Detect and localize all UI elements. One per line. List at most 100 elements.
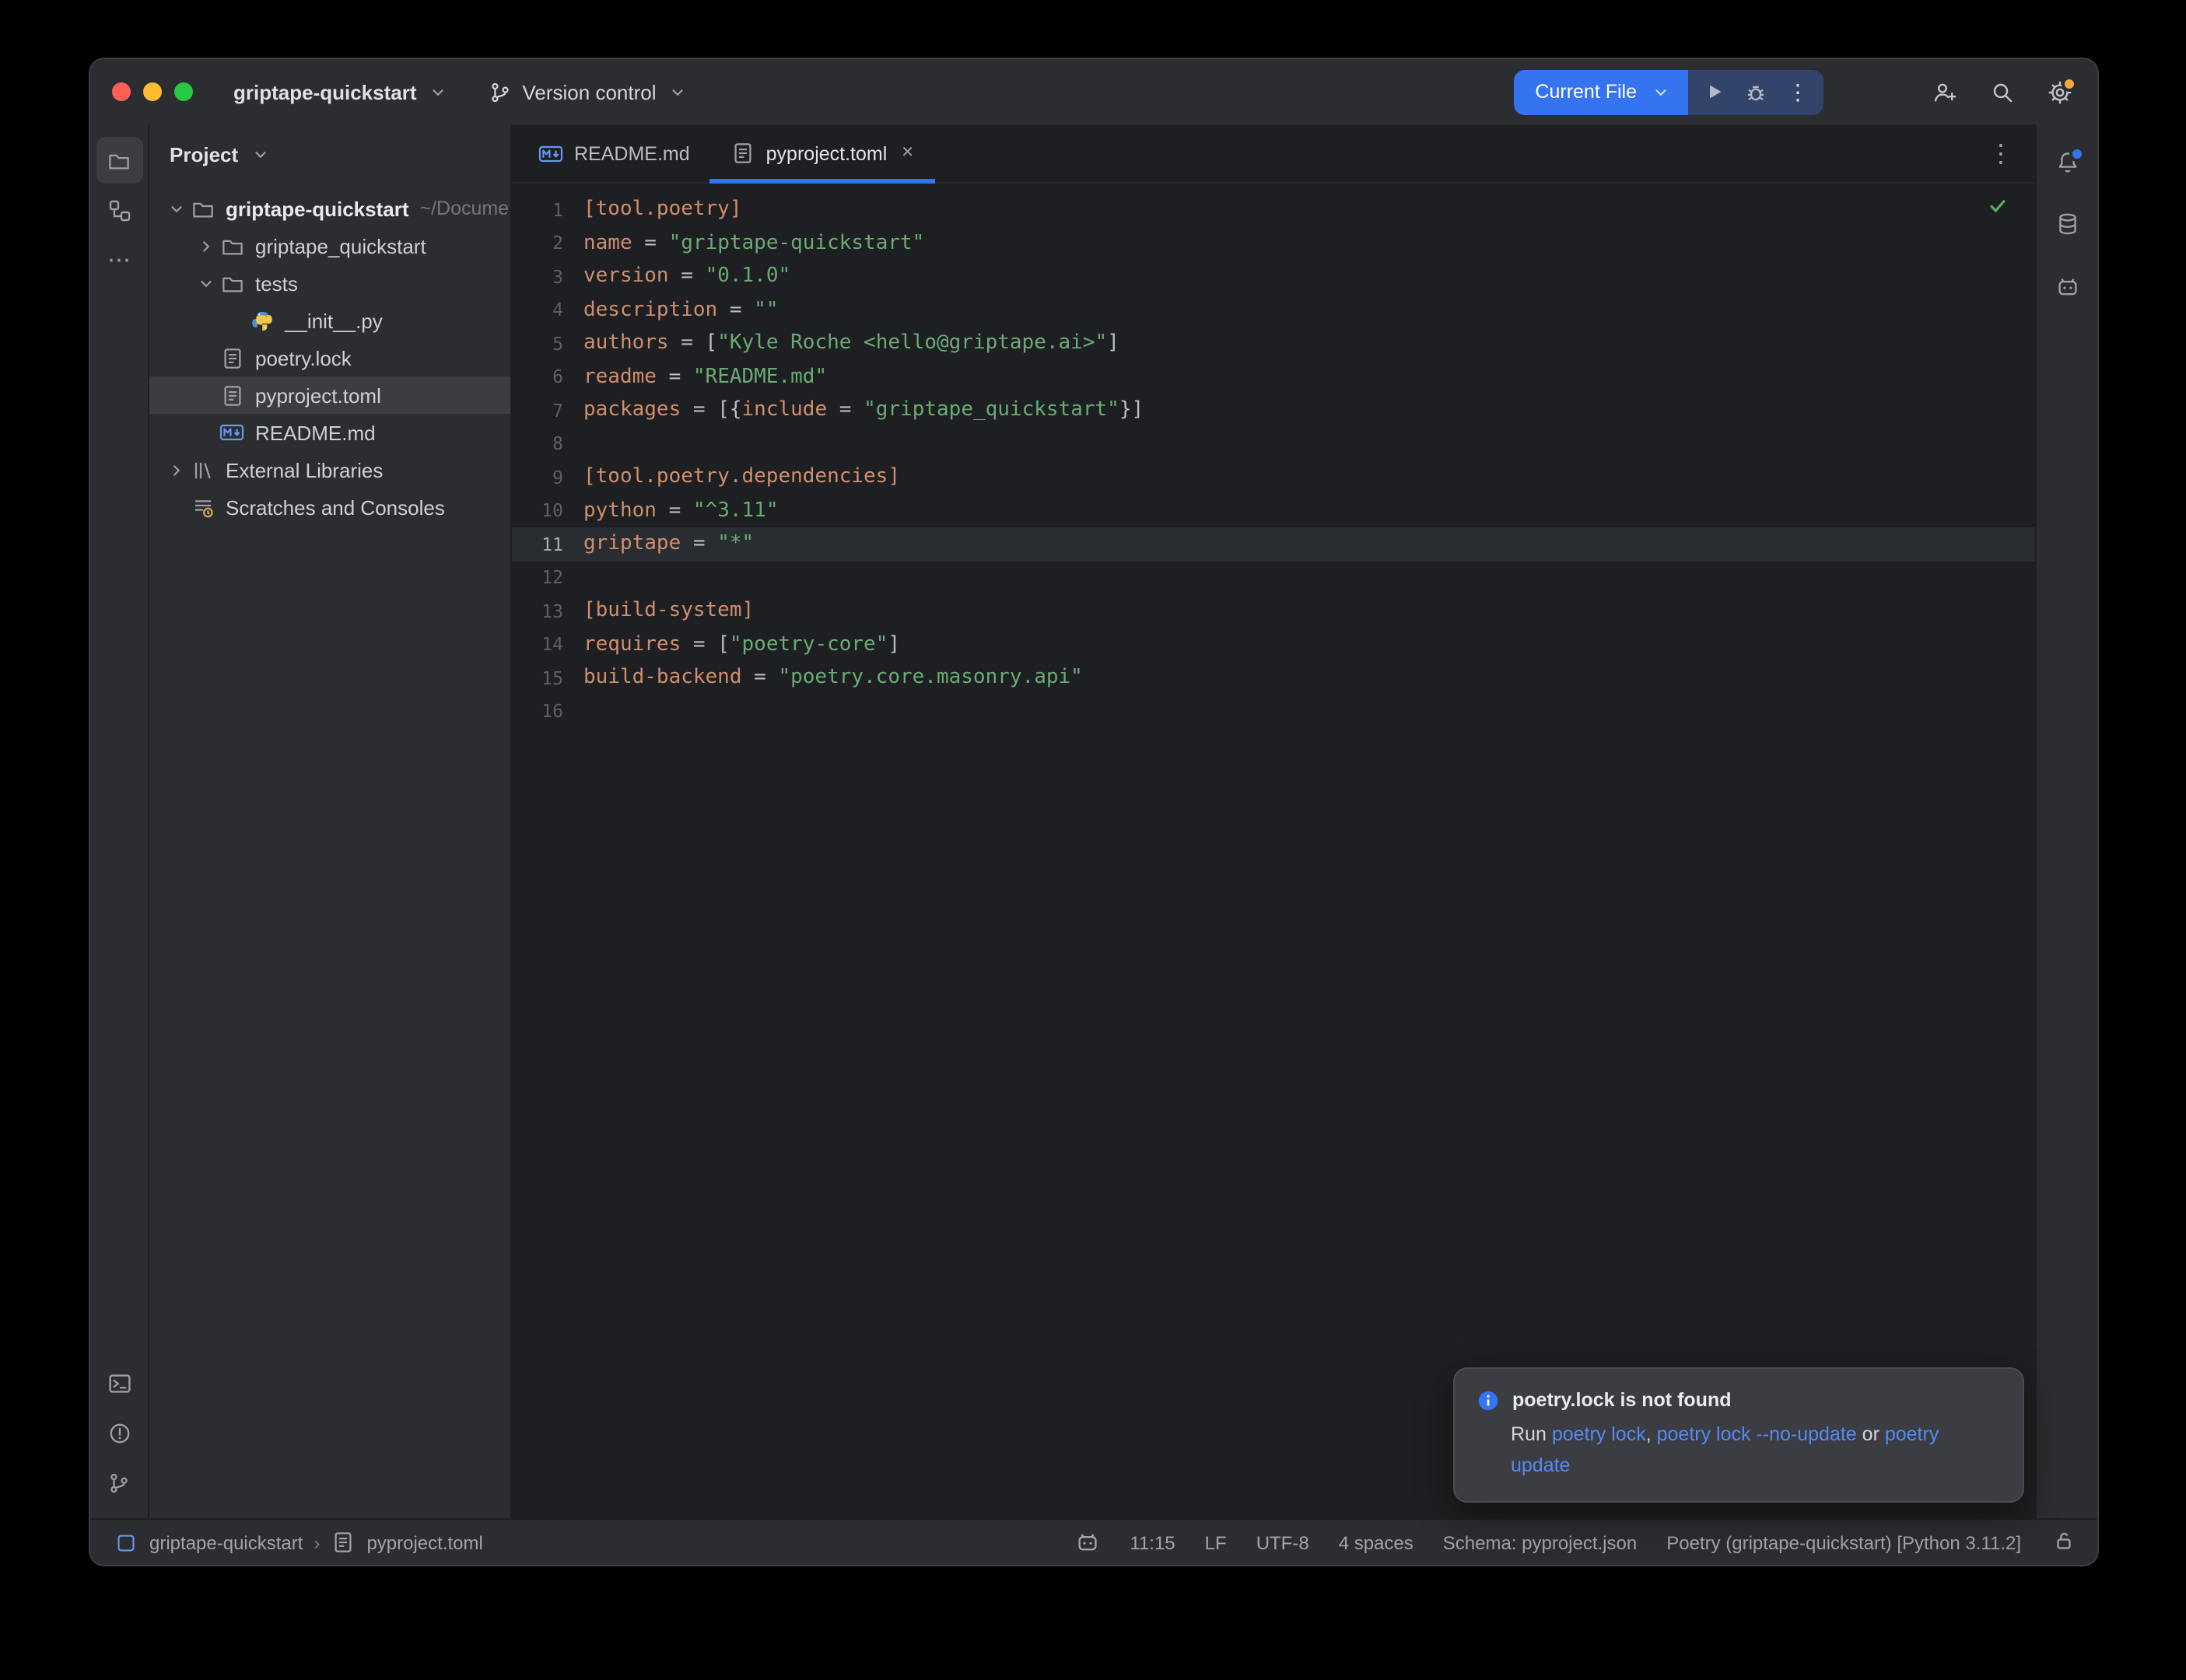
code-text: build-backend = "poetry.core.masonry.api… [583, 667, 1083, 690]
code-line-12[interactable]: 12 [512, 561, 2035, 594]
toml-icon [331, 1530, 356, 1555]
status-encoding[interactable]: UTF-8 [1256, 1531, 1309, 1553]
markdown-file-icon [219, 420, 244, 445]
code-line-10[interactable]: 10python = "^3.11" [512, 494, 2035, 527]
run-button[interactable] [1693, 69, 1735, 114]
run-more-button[interactable]: ⋮ [1777, 69, 1819, 114]
toml-file-icon [730, 141, 755, 166]
python-file-icon [249, 308, 274, 333]
play-icon [1701, 79, 1726, 104]
code-line-3[interactable]: 3version = "0.1.0" [512, 260, 2035, 293]
line-number: 12 [512, 567, 583, 589]
code-line-6[interactable]: 6readme = "README.md" [512, 360, 2035, 394]
notification-link-poetry-lock-no-update[interactable]: poetry lock --no-update [1657, 1424, 1857, 1446]
status-indent[interactable]: 4 spaces [1339, 1531, 1414, 1553]
run-configuration-selector[interactable]: Current File [1513, 69, 1688, 114]
line-number: 10 [512, 500, 583, 522]
notifications-icon [2055, 149, 2079, 174]
tree-item-label: griptape-quickstart [226, 197, 409, 220]
close-tab-icon[interactable]: ✕ [901, 145, 914, 162]
main-area: ⋯ Project griptape-quickstart~/Documegri… [90, 124, 2097, 1518]
zoom-window-button[interactable] [174, 82, 193, 101]
line-number: 8 [512, 433, 583, 455]
tool-stripe-terminal-button[interactable] [96, 1360, 142, 1406]
status-json-schema[interactable]: Schema: pyproject.json [1443, 1531, 1637, 1553]
code-text: [tool.poetry] [583, 198, 742, 222]
code-line-13[interactable]: 13[build-system] [512, 594, 2035, 628]
code-line-8[interactable]: 8 [512, 427, 2035, 460]
tree-item-pyproject-toml[interactable]: pyproject.toml [149, 376, 510, 414]
code-line-2[interactable]: 2name = "griptape-quickstart" [512, 226, 2035, 260]
notification-link-poetry-lock[interactable]: poetry lock [1552, 1424, 1646, 1446]
database-icon [2055, 212, 2079, 236]
line-number: 5 [512, 333, 583, 355]
titlebar-actions [1932, 79, 2072, 104]
tree-item-griptape-quickstart[interactable]: griptape_quickstart [149, 227, 510, 264]
code-text: requires = ["poetry-core"] [583, 633, 900, 656]
code-text: griptape = "*" [583, 533, 754, 556]
code-line-1[interactable]: 1[tool.poetry] [512, 193, 2035, 226]
vcs-widget[interactable]: Version control [489, 79, 691, 104]
project-widget[interactable]: griptape-quickstart [233, 79, 451, 104]
tree-item-scratches-and-consoles[interactable]: Scratches and Consoles [149, 488, 510, 526]
project-widget-label: griptape-quickstart [233, 80, 417, 103]
tool-stripe-database-button[interactable] [2044, 201, 2090, 247]
chevron-right-icon[interactable] [165, 461, 188, 478]
breadcrumb-pyproject-toml[interactable]: pyproject.toml [366, 1531, 482, 1553]
status-line-separator[interactable]: LF [1205, 1531, 1227, 1553]
debug-button[interactable] [1735, 69, 1777, 114]
code-line-7[interactable]: 7packages = [{include = "griptape_quicks… [512, 394, 2035, 427]
tool-stripe-notifications-button[interactable] [2044, 138, 2090, 185]
tool-stripe-ai-assistant-button[interactable] [2044, 263, 2090, 310]
notification-body: Run poetry lock, poetry lock --no-update… [1511, 1421, 2001, 1482]
tab-readme-md[interactable]: README.md [518, 124, 710, 182]
tool-stripe-version-control-button[interactable] [96, 1459, 142, 1506]
project-panel-header[interactable]: Project [149, 124, 510, 184]
gear-icon[interactable] [2048, 79, 2072, 104]
window-controls [90, 82, 212, 101]
tool-stripe-structure-button[interactable] [96, 187, 142, 233]
status-caret-position[interactable]: 11:15 [1130, 1531, 1175, 1553]
code-line-5[interactable]: 5authors = ["Kyle Roche <hello@griptape.… [512, 327, 2035, 360]
status-interpreter[interactable]: Poetry (griptape-quickstart) [Python 3.1… [1666, 1531, 2021, 1553]
version-control-icon [107, 1470, 131, 1495]
search-icon[interactable] [1990, 79, 2015, 104]
tree-item-tests[interactable]: tests [149, 264, 510, 302]
tool-stripe-more-tools-button[interactable]: ⋯ [96, 236, 142, 283]
tree-item-external-libraries[interactable]: External Libraries [149, 451, 510, 488]
git-branch-icon [489, 79, 513, 104]
tab-pyproject-toml[interactable]: pyproject.toml✕ [710, 124, 934, 182]
status-lock-button[interactable] [2051, 1528, 2076, 1557]
project-small-icon [114, 1530, 138, 1555]
code-line-14[interactable]: 14requires = ["poetry-core"] [512, 628, 2035, 661]
run-configuration-label: Current File [1535, 81, 1637, 103]
tree-item-init-py[interactable]: __init__.py [149, 302, 510, 339]
tool-stripe-project-button[interactable] [96, 137, 142, 184]
chevron-down-icon[interactable] [194, 275, 218, 292]
tab-options-icon[interactable]: ⋮ [1967, 138, 2035, 169]
tree-item-readme-md[interactable]: README.md [149, 414, 510, 451]
kebab-icon: ⋮ [1787, 79, 1809, 105]
tree-item-poetry-lock[interactable]: poetry.lock [149, 339, 510, 376]
code-line-4[interactable]: 4description = "" [512, 293, 2035, 327]
status-bar: griptape-quickstart›pyproject.toml 11:15… [90, 1518, 2097, 1565]
toml-file-icon [219, 345, 244, 370]
code-line-9[interactable]: 9[tool.poetry.dependencies] [512, 460, 2035, 494]
code-line-16[interactable]: 16 [512, 695, 2035, 728]
tool-stripe-problems-button[interactable] [96, 1409, 142, 1456]
close-window-button[interactable] [112, 82, 131, 101]
code-line-11[interactable]: 11griptape = "*" [512, 527, 2035, 561]
chevron-right-icon[interactable] [194, 237, 218, 254]
add-user-icon[interactable] [1932, 79, 1957, 104]
tree-item-griptape-quickstart[interactable]: griptape-quickstart~/Docume [149, 190, 510, 227]
line-number: 1 [512, 199, 583, 221]
line-number: 3 [512, 266, 583, 288]
editor[interactable]: 1[tool.poetry]2name = "griptape-quicksta… [512, 184, 2035, 1518]
breadcrumb-griptape-quickstart[interactable]: griptape-quickstart [149, 1531, 303, 1553]
tree-item-label: Scratches and Consoles [226, 495, 445, 519]
bug-icon [1743, 79, 1768, 104]
minimize-window-button[interactable] [143, 82, 162, 101]
chevron-down-icon[interactable] [165, 200, 188, 217]
inspection-ok-icon [1985, 193, 2010, 218]
code-line-15[interactable]: 15build-backend = "poetry.core.masonry.a… [512, 661, 2035, 695]
